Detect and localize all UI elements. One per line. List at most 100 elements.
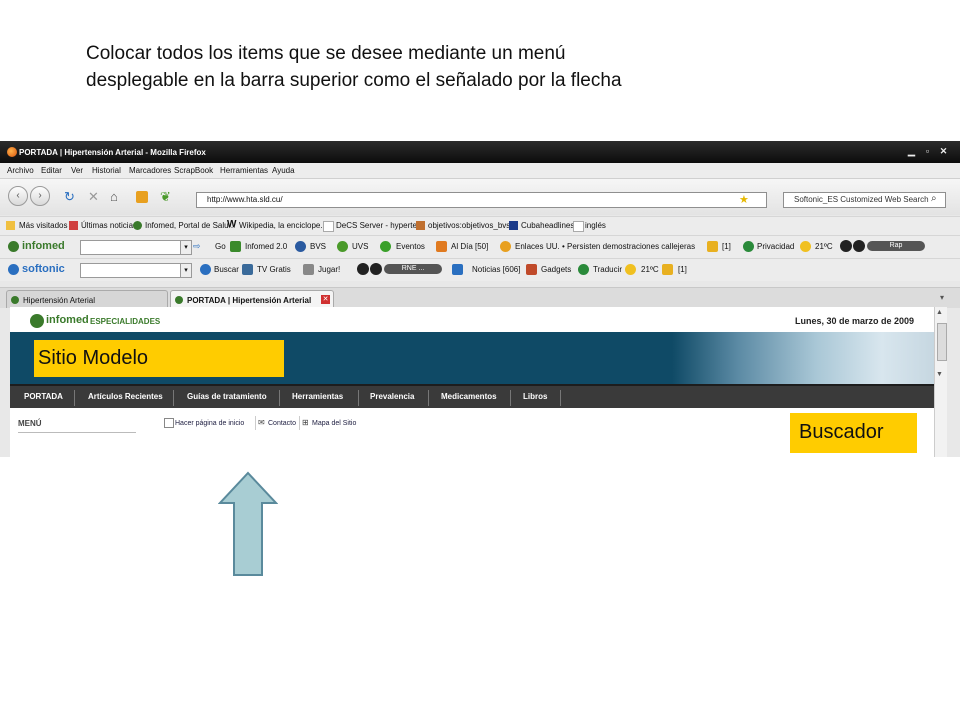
- tv-gratis-button[interactable]: TV Gratis: [257, 265, 291, 274]
- nav-guias[interactable]: Guías de tratamiento: [187, 392, 267, 401]
- mail-count[interactable]: [1]: [722, 242, 731, 251]
- nav-herramientas[interactable]: Herramientas: [292, 392, 343, 401]
- bookmark-cubaheadlines[interactable]: Cubaheadlines: [521, 221, 574, 230]
- chevron-down-icon[interactable]: ▾: [180, 240, 192, 255]
- close-icon[interactable]: ✕: [938, 146, 949, 157]
- url-bar[interactable]: http://www.hta.sld.cu/ ★: [196, 192, 767, 208]
- menu-editar[interactable]: Editar: [41, 166, 62, 175]
- search-field[interactable]: Softonic_ES Customized Web Search ⌕: [783, 192, 946, 208]
- bookmark-ingles[interactable]: inglés: [585, 221, 606, 230]
- go-arrow-icon[interactable]: ⇨: [193, 241, 201, 252]
- tab-list-icon[interactable]: ▾: [940, 293, 944, 302]
- infomed-search-combo[interactable]: [80, 240, 182, 255]
- station-display[interactable]: RNE ...: [384, 264, 442, 274]
- leaf-icon[interactable]: ❦: [160, 189, 171, 205]
- tab-hipertension[interactable]: Hipertensión Arterial: [6, 290, 168, 308]
- menu-ayuda[interactable]: Ayuda: [272, 166, 295, 175]
- nav-prevalencia[interactable]: Prevalencia: [370, 392, 414, 401]
- home-page-icon: [164, 418, 174, 428]
- weather-icon: [625, 264, 636, 275]
- favicon-icon: [175, 296, 183, 304]
- firefox-icon: [7, 147, 17, 157]
- scroll-down-icon[interactable]: ▼: [936, 371, 943, 378]
- bookmark-infomed[interactable]: Infomed, Portal de Salu...: [145, 221, 235, 230]
- softonic-search-combo[interactable]: [80, 263, 182, 278]
- bookmarks-bar: Más visitados Últimas noticias Infomed, …: [0, 216, 960, 235]
- al-dia-menu[interactable]: Al Día [50]: [451, 242, 488, 251]
- annotation-sitio-modelo: Sitio Modelo: [34, 340, 284, 377]
- enlaces-icon: [500, 241, 511, 252]
- station-display[interactable]: Rap: [867, 241, 925, 251]
- close-tab-icon[interactable]: ✕: [321, 295, 330, 304]
- bookmark-objetivos[interactable]: objetivos:objetivos_bvs...: [428, 221, 517, 230]
- traducir-button[interactable]: Traducir: [593, 265, 622, 274]
- scroll-up-icon[interactable]: ▲: [936, 309, 943, 316]
- bookmark-wikipedia[interactable]: Wikipedia, la enciclope...: [239, 221, 327, 230]
- buscar-button[interactable]: Buscar: [214, 265, 239, 274]
- bvs-menu[interactable]: BVS: [310, 242, 326, 251]
- menu-marcadores[interactable]: Marcadores: [129, 166, 171, 175]
- tab-portada[interactable]: PORTADA | Hipertensión Arterial ✕: [170, 290, 334, 308]
- menu-bar: Archivo Editar Ver Historial Marcadores …: [0, 163, 960, 179]
- rss-icon: [69, 221, 78, 230]
- noticias-menu[interactable]: Noticias [606]: [472, 265, 520, 274]
- scroll-thumb[interactable]: [937, 323, 947, 361]
- chevron-down-icon[interactable]: ▾: [180, 263, 192, 278]
- nav-articulos[interactable]: Artículos Recientes: [88, 392, 163, 401]
- stop-icon[interactable]: ✕: [88, 189, 99, 205]
- apps-icon[interactable]: [136, 191, 148, 203]
- forward-icon[interactable]: ›: [30, 186, 50, 206]
- radio-player[interactable]: Rap: [840, 240, 960, 253]
- nav-portada[interactable]: PORTADA: [24, 392, 63, 401]
- tab-bar: Hipertensión Arterial PORTADA | Hiperten…: [0, 287, 960, 308]
- tv-icon: [242, 264, 253, 275]
- sitemap-icon: ⊞: [302, 418, 309, 427]
- privacy-icon: [743, 241, 754, 252]
- back-icon[interactable]: ‹: [8, 186, 28, 206]
- news-ticker[interactable]: UU. • Persisten demostraciones callejera…: [546, 242, 695, 251]
- link-mapa-sitio[interactable]: Mapa del Sitio: [312, 420, 356, 427]
- annotation-sitio-text: Sitio Modelo: [38, 347, 149, 369]
- menu-scrapbook[interactable]: ScrapBook: [174, 166, 213, 175]
- bookmark-decs[interactable]: DeCS Server - hyperte...: [336, 221, 424, 230]
- weather-icon: [800, 241, 811, 252]
- search-icon: [200, 264, 211, 275]
- page-scrollbar[interactable]: ▲ ▼: [934, 307, 947, 457]
- nav-medicamentos[interactable]: Medicamentos: [441, 392, 497, 401]
- search-icon[interactable]: ⌕: [931, 193, 937, 204]
- nav-libros[interactable]: Libros: [523, 392, 547, 401]
- privacy-menu[interactable]: Privacidad: [757, 242, 794, 251]
- mail-icon: ✉: [258, 418, 265, 427]
- jugar-button[interactable]: Jugar!: [318, 265, 340, 274]
- home-icon[interactable]: ⌂: [110, 189, 118, 204]
- link-contacto[interactable]: Contacto: [268, 420, 296, 427]
- play-icon[interactable]: [357, 263, 369, 275]
- bookmark-star-icon[interactable]: ★: [739, 193, 749, 206]
- message-count[interactable]: [1]: [678, 265, 687, 274]
- gadgets-menu[interactable]: Gadgets: [541, 265, 571, 274]
- bookmark-icon: [6, 221, 15, 230]
- reload-icon[interactable]: ↻: [64, 189, 75, 205]
- enlaces-menu[interactable]: Enlaces: [515, 242, 543, 251]
- bvs-icon: [295, 241, 306, 252]
- infomed-toolbar: infomed ▾ ⇨ Go Infomed 2.0 BVS UVS Event…: [0, 235, 960, 258]
- bookmark-mas-visitados[interactable]: Más visitados: [19, 221, 67, 230]
- stop-icon[interactable]: [853, 240, 865, 252]
- go-button[interactable]: Go: [215, 242, 226, 251]
- eventos-menu[interactable]: Eventos: [396, 242, 425, 251]
- radio-player[interactable]: RNE ...: [357, 263, 452, 276]
- menu-historial[interactable]: Historial: [92, 166, 121, 175]
- menu-herramientas[interactable]: Herramientas: [220, 166, 268, 175]
- uvs-menu[interactable]: UVS: [352, 242, 368, 251]
- restore-icon[interactable]: ▫: [922, 146, 933, 157]
- bookmark-ultimas-noticias[interactable]: Últimas noticias: [81, 221, 137, 230]
- link-hacer-inicio[interactable]: Hacer página de inicio: [175, 420, 244, 427]
- rss-icon: [452, 264, 463, 275]
- menu-archivo[interactable]: Archivo: [7, 166, 34, 175]
- softonic-logo-icon: [8, 264, 19, 275]
- infomed-20-menu[interactable]: Infomed 2.0: [245, 242, 287, 251]
- play-icon[interactable]: [840, 240, 852, 252]
- menu-ver[interactable]: Ver: [71, 166, 83, 175]
- minimize-icon[interactable]: ▁: [906, 146, 917, 157]
- stop-icon[interactable]: [370, 263, 382, 275]
